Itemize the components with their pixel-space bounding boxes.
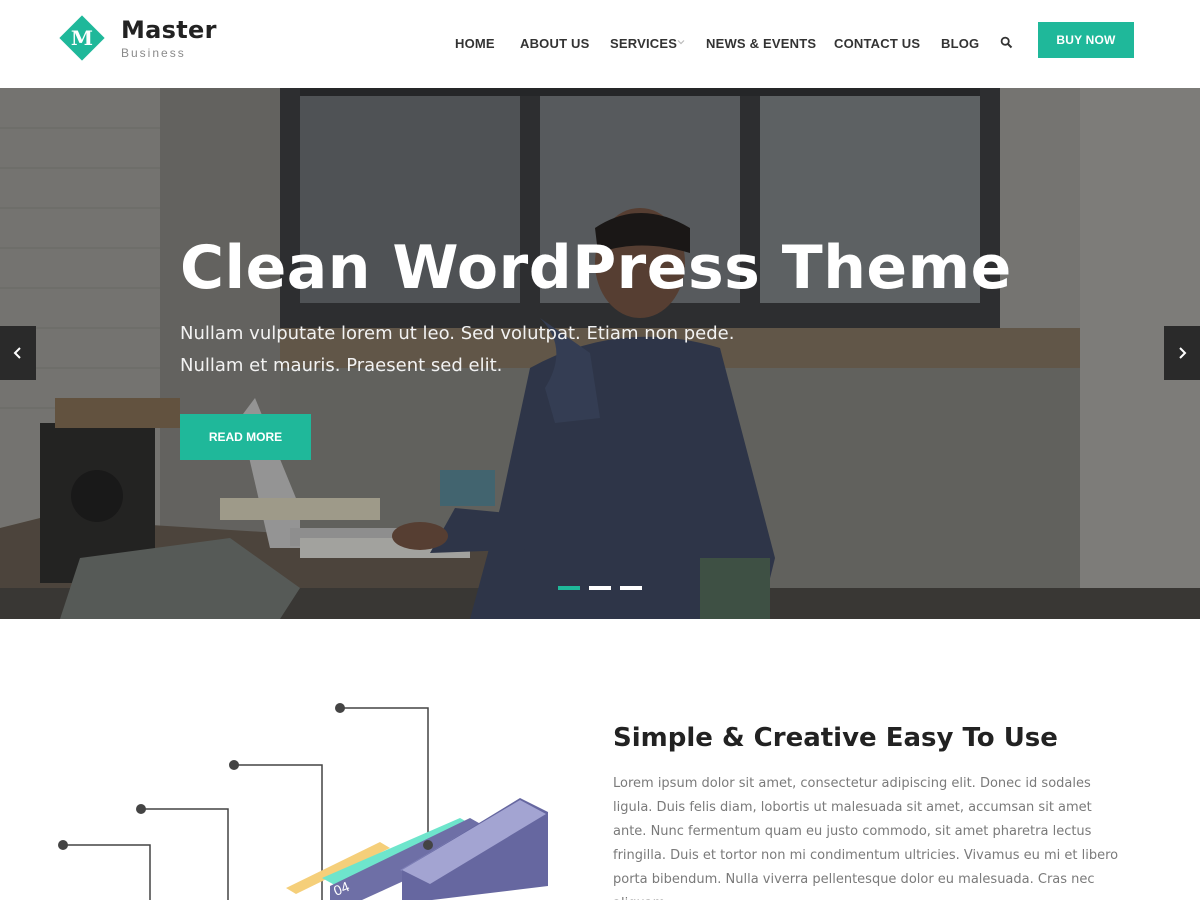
nav-item-blog[interactable]: BLOG: [941, 36, 979, 51]
search-icon[interactable]: [1000, 36, 1013, 49]
buy-now-button[interactable]: BUY NOW: [1038, 22, 1134, 58]
feature-text: Lorem ipsum dolor sit amet, consectetur …: [613, 776, 1119, 900]
slider-dot-2[interactable]: [589, 586, 611, 590]
nav-item-news-events[interactable]: NEWS & EVENTS: [706, 36, 816, 51]
brand-subtitle: Business: [121, 46, 186, 60]
brand-title: Master: [121, 16, 217, 44]
site-header: M Master Business HOME ABOUT US SERVICES…: [0, 0, 1200, 88]
feature-title: Simple & Creative Easy To Use: [613, 723, 1058, 753]
read-more-button[interactable]: READ MORE: [180, 414, 311, 460]
nav-item-contact-us[interactable]: CONTACT US: [834, 36, 920, 51]
hero-slider: Clean WordPress Theme Nullam vulputate l…: [0, 88, 1200, 619]
slider-dot-3[interactable]: [620, 586, 642, 590]
slider-prev-button[interactable]: [0, 326, 36, 380]
nav-item-services[interactable]: SERVICES: [610, 36, 677, 51]
slider-next-button[interactable]: [1164, 326, 1200, 380]
slider-dot-1[interactable]: [558, 586, 580, 590]
nav-item-home[interactable]: HOME: [455, 36, 495, 51]
chevron-down-icon[interactable]: [677, 38, 685, 46]
hero-title: Clean WordPress Theme: [180, 233, 1012, 303]
isometric-steps-illustration: 04: [58, 703, 548, 900]
chevron-left-icon: [13, 347, 21, 359]
hero-text: Nullam vulputate lorem ut leo. Sed volut…: [180, 323, 735, 376]
chevron-right-icon: [1179, 347, 1187, 359]
nav-item-about-us[interactable]: ABOUT US: [520, 36, 590, 51]
logo-letter: M: [70, 26, 94, 50]
